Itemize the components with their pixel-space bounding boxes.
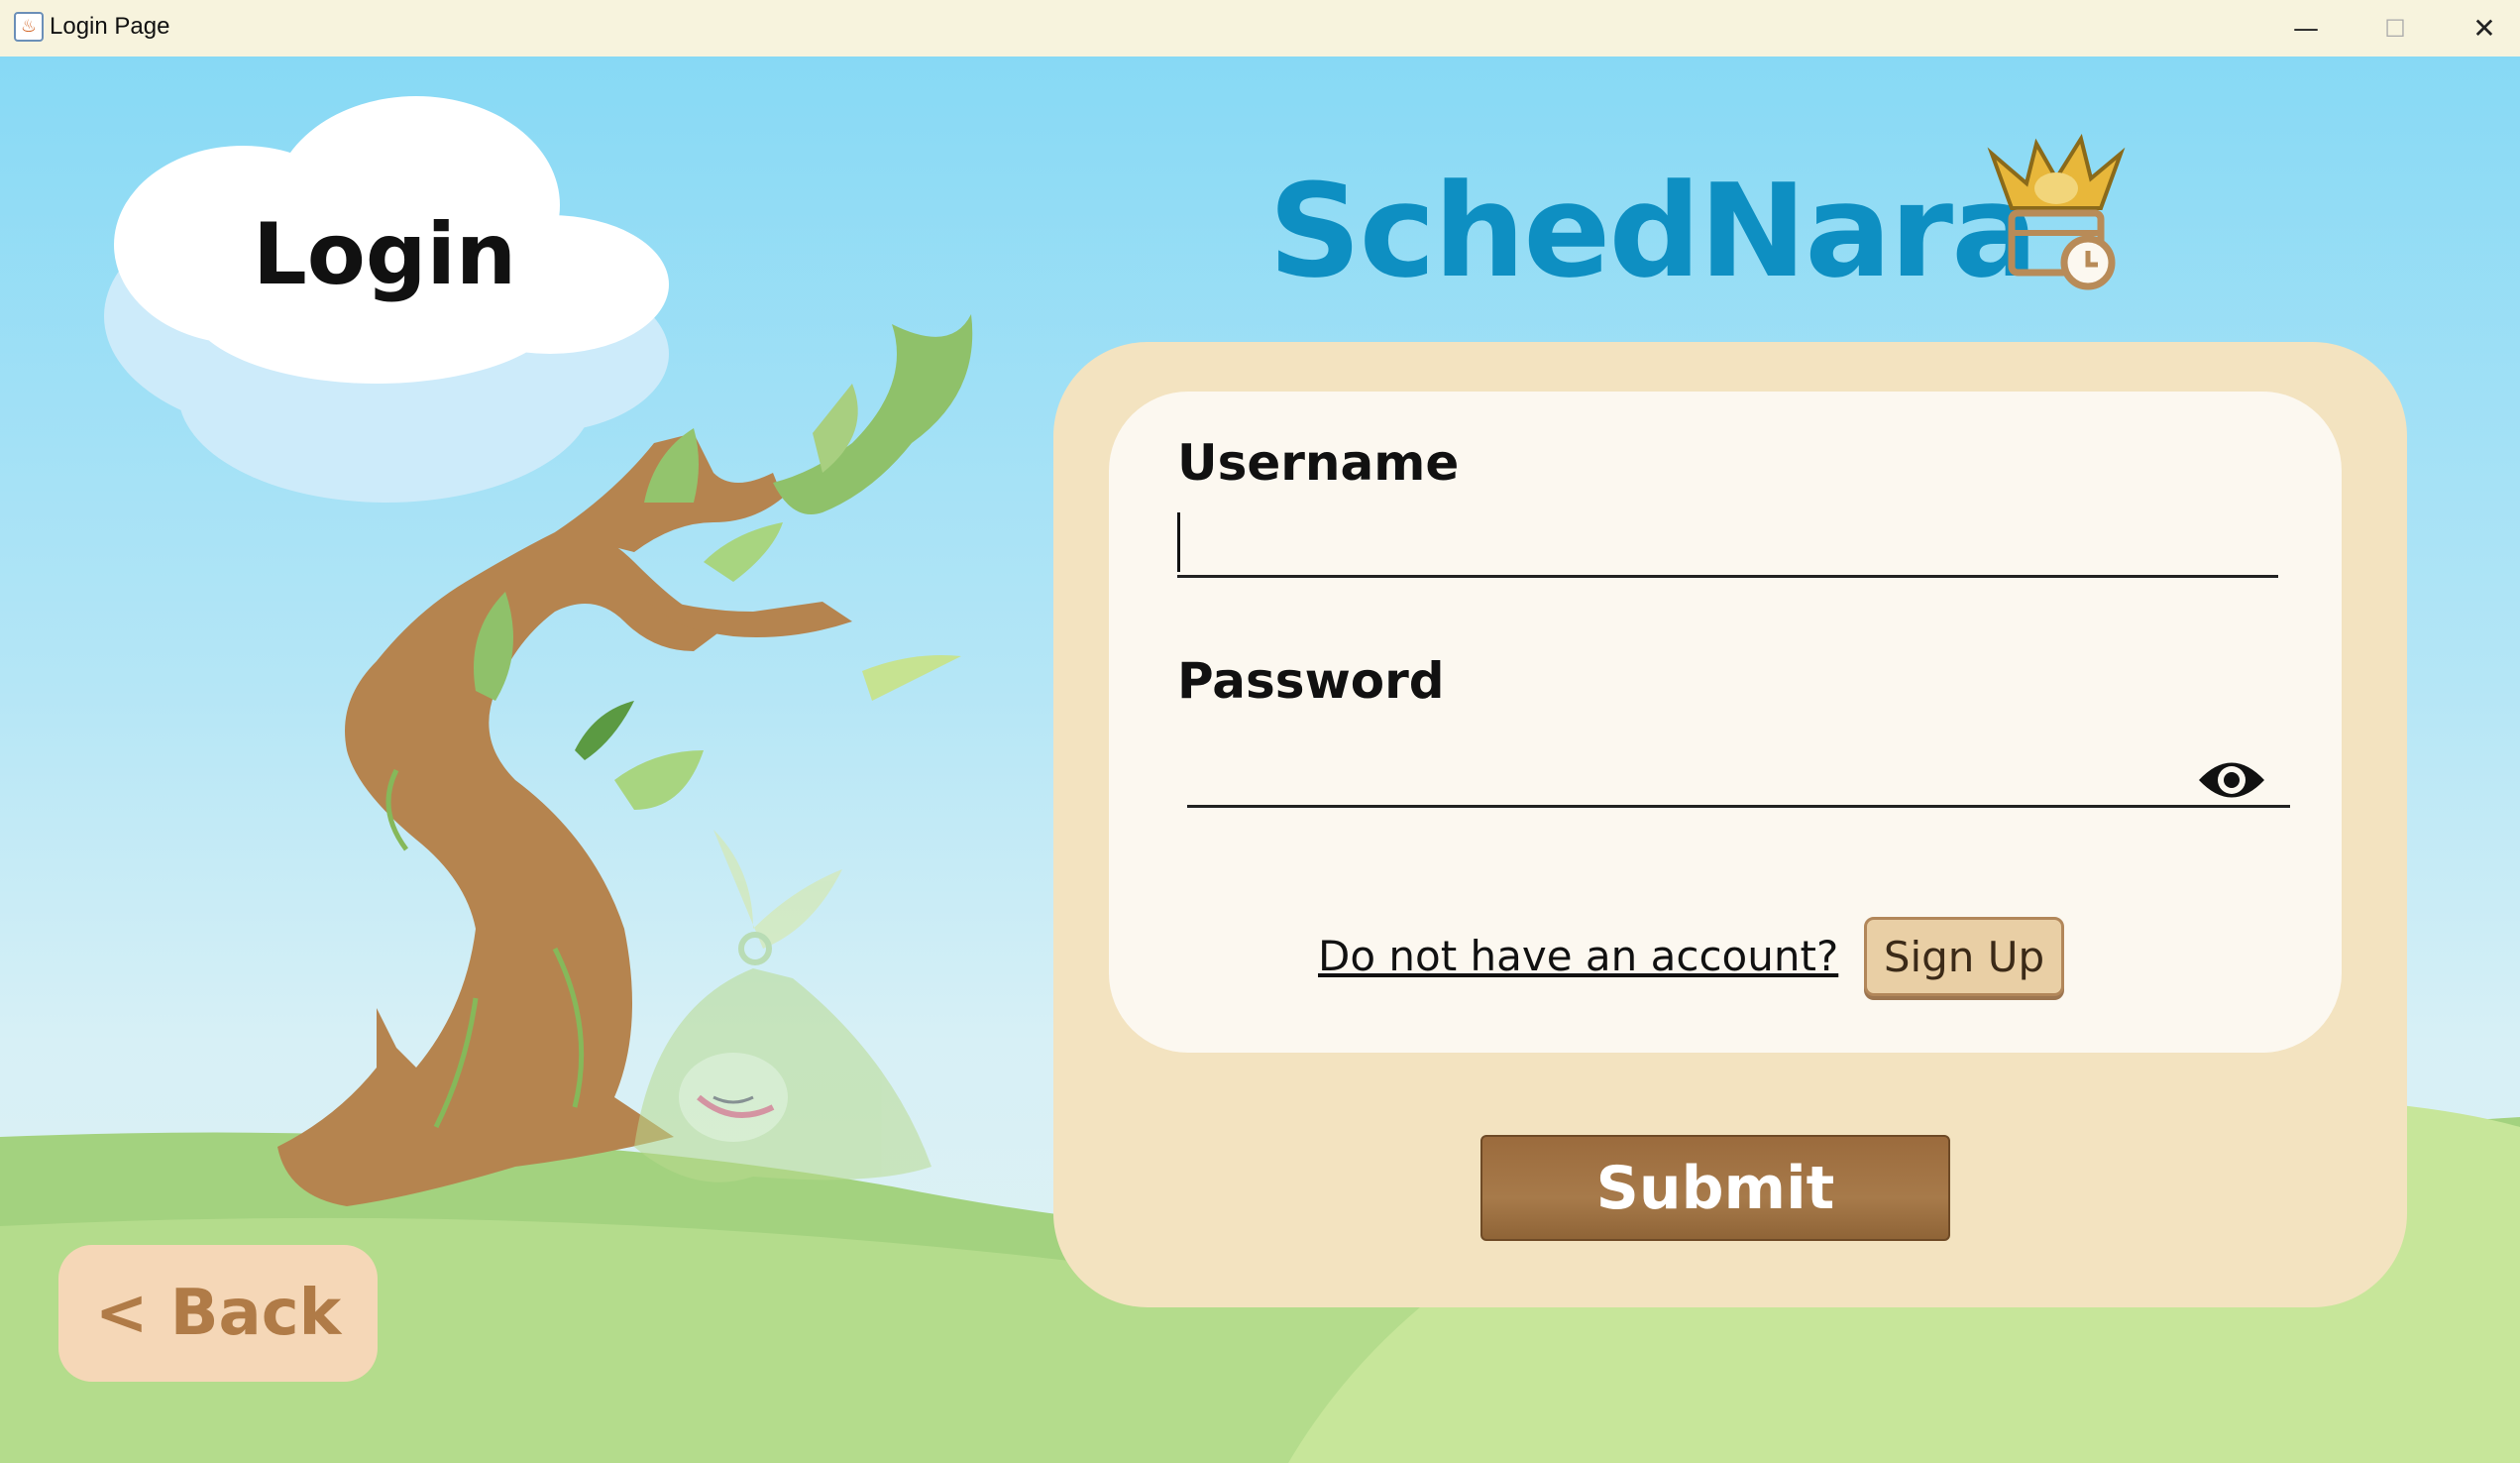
eye-icon[interactable] — [2197, 745, 2266, 815]
signup-button[interactable]: Sign Up — [1864, 917, 2064, 996]
submit-button[interactable]: Submit — [1480, 1135, 1950, 1241]
leaf-creature-illustration — [634, 830, 931, 1182]
window-titlebar: ♨ Login Page — ☐ ✕ — [0, 0, 2520, 57]
java-icon: ♨ — [14, 12, 44, 42]
username-input[interactable] — [1177, 503, 2278, 578]
minimize-button[interactable]: — — [2261, 0, 2351, 56]
login-scene: Login SchedNara Username Password Do not… — [0, 56, 2520, 1463]
username-label: Username — [1177, 434, 1460, 492]
crowned-calendar-clock-icon — [1987, 134, 2126, 290]
text-cursor — [1177, 512, 1180, 572]
password-label: Password — [1177, 652, 1445, 710]
page-title: Login — [253, 205, 517, 304]
password-input[interactable] — [1187, 732, 2290, 808]
brand-logo-text: SchedNara — [1268, 156, 2038, 306]
back-button[interactable]: < Back — [58, 1245, 378, 1382]
close-button[interactable]: ✕ — [2440, 0, 2520, 56]
maximize-button[interactable]: ☐ — [2351, 0, 2440, 56]
no-account-link[interactable]: Do not have an account? — [1318, 932, 1838, 980]
window-title: Login Page — [50, 13, 170, 40]
